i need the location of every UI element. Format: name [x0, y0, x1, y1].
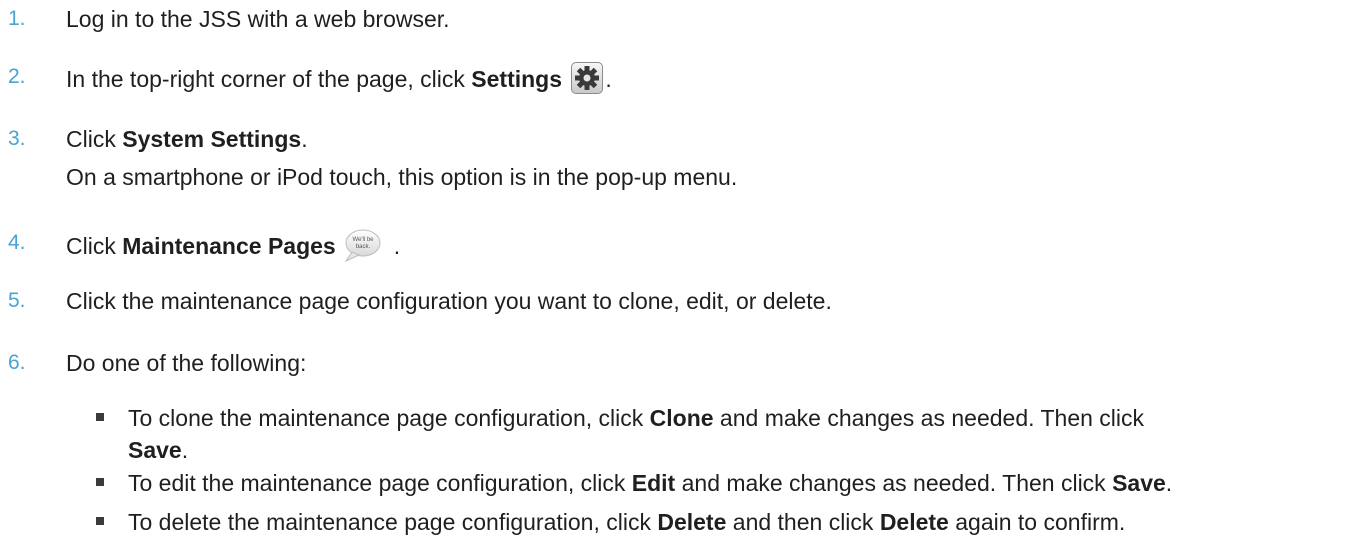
step-text-post: . [393, 233, 401, 259]
bullet-text-post: . [181, 437, 189, 463]
speech-bubble-icon: We'll be back. [344, 228, 382, 264]
bullet-text: To edit the maintenance page configurati… [128, 468, 1172, 498]
bullet-text-pre: To clone the maintenance page configurat… [128, 405, 650, 431]
bullet-marker [96, 478, 104, 486]
bullet-text-mid: and then click [726, 509, 880, 535]
bullet-text-line-2: Save. [128, 435, 188, 465]
step-number: 2. [8, 65, 26, 88]
maintenance-pages-label: Maintenance Pages [122, 233, 336, 259]
step-text: In the top-right corner of the page, cli… [66, 62, 612, 94]
step-text-post: . [605, 66, 612, 92]
system-settings-label: System Settings [122, 126, 302, 152]
bullet-text-post: . [1165, 470, 1173, 496]
step-text-pre: Click [66, 126, 123, 152]
bubble-text-line-1: We'll be [352, 237, 374, 243]
clone-label: Clone [649, 405, 714, 431]
step-text: Log in to the JSS with a web browser. [66, 6, 450, 32]
step-text-pre: Click [66, 233, 123, 259]
procedure: 1. Log in to the JSS with a web browser.… [0, 0, 1356, 550]
step-number: 3. [8, 127, 26, 150]
step-number: 4. [8, 231, 26, 254]
bullet-text-mid: and make changes as needed. Then click [675, 470, 1113, 496]
step-note: On a smartphone or iPod touch, this opti… [66, 164, 738, 190]
delete-label: Delete [657, 509, 727, 535]
step-text: Click System Settings. [66, 124, 308, 154]
bullet-text-pre: To edit the maintenance page configurati… [128, 470, 632, 496]
bullet-text: To clone the maintenance page configurat… [128, 403, 1144, 433]
bullet-marker [96, 413, 104, 421]
step-text-pre: In the top-right corner of the page, cli… [66, 66, 472, 92]
step-text: Click Maintenance Pages We'll be back. . [66, 228, 400, 264]
gear-icon [571, 62, 604, 94]
bubble-text-line-2: back. [356, 244, 371, 250]
step-number: 1. [8, 7, 26, 30]
delete-label: Delete [879, 509, 949, 535]
settings-label: Settings [471, 66, 563, 92]
step-text: Click the maintenance page configuration… [66, 288, 832, 314]
step-text-post: . [301, 126, 308, 152]
bullet-marker [96, 517, 104, 525]
bullet-text-mid: and make changes as needed. Then click [713, 405, 1145, 431]
step-number: 6. [8, 351, 26, 374]
bullet-text-post: again to confirm. [948, 509, 1126, 535]
bullet-text-pre: To delete the maintenance page configura… [128, 509, 658, 535]
edit-label: Edit [631, 470, 676, 496]
save-label: Save [1112, 470, 1166, 496]
step-number: 5. [8, 289, 26, 312]
save-label: Save [128, 437, 182, 463]
bullet-text: To delete the maintenance page configura… [128, 507, 1125, 537]
step-text: Do one of the following: [66, 350, 307, 376]
